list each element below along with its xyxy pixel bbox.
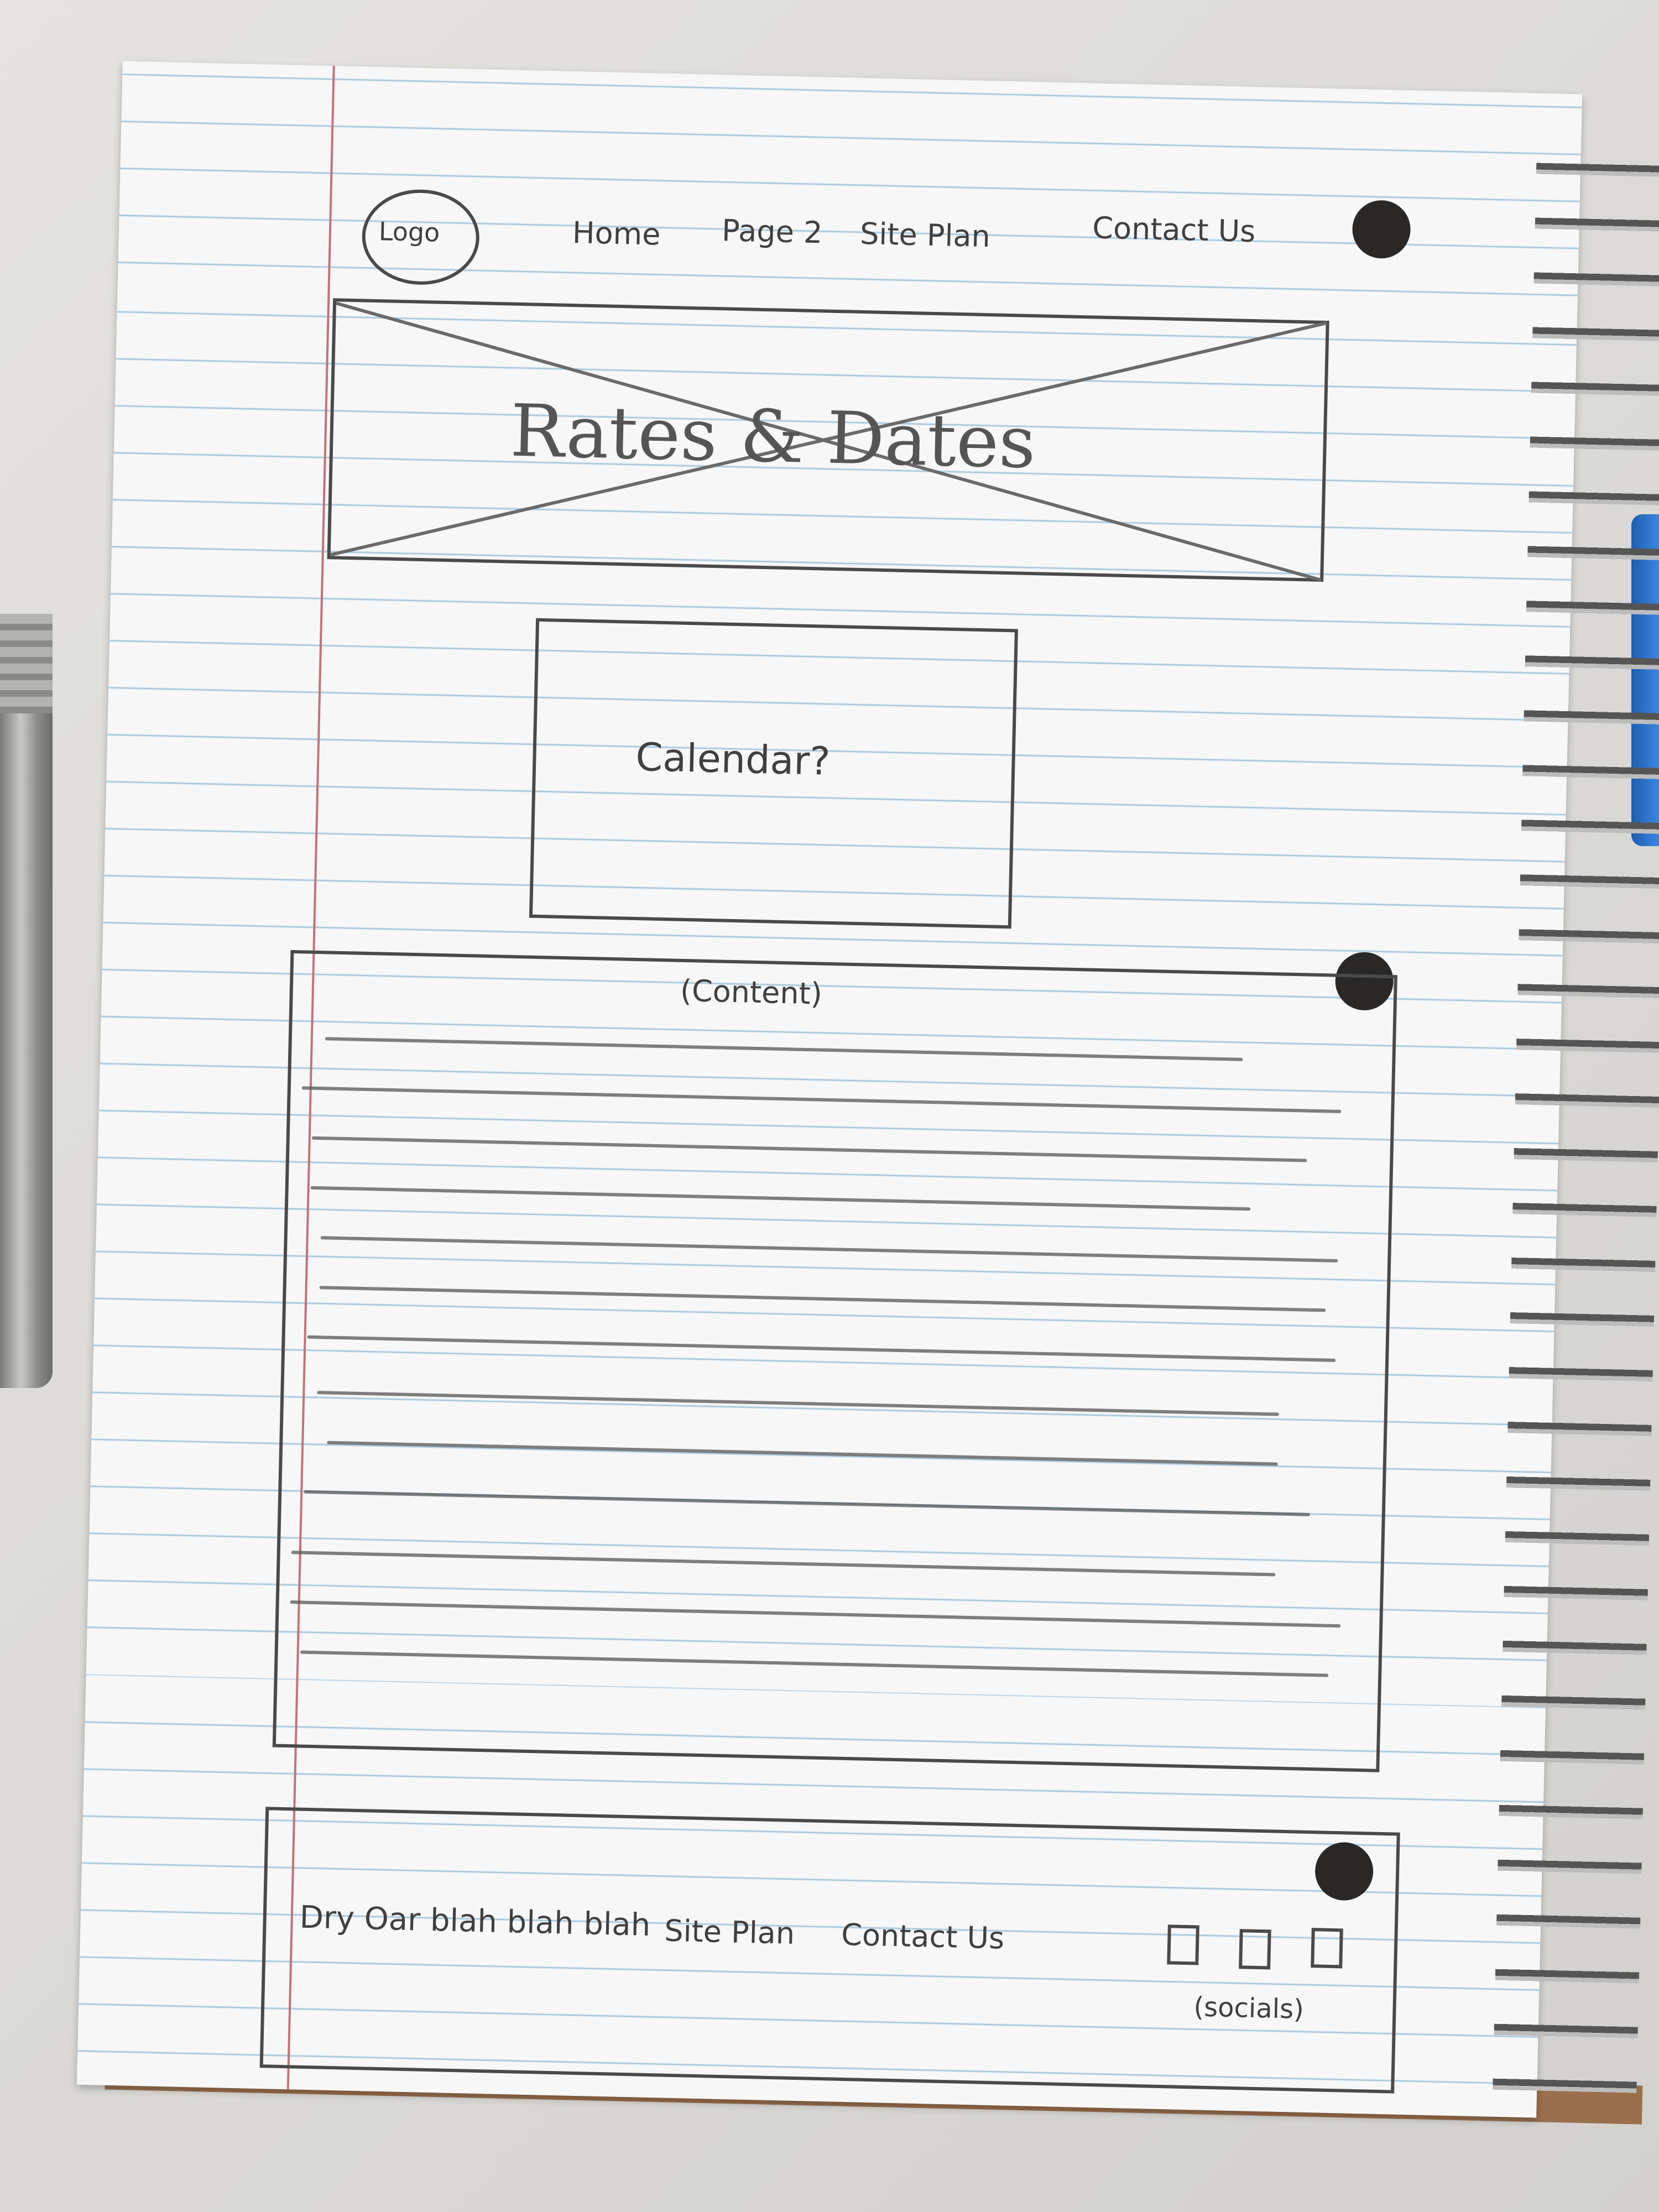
calendar-label: Calendar? (635, 734, 831, 784)
scribble-line (290, 1600, 1341, 1628)
scribble-line (301, 1086, 1342, 1114)
scribble-line (310, 1186, 1251, 1211)
scribble-line (291, 1551, 1276, 1577)
footer-link-contact-us[interactable]: Contact Us (841, 1917, 1005, 1956)
pen (0, 614, 53, 1388)
nav-site-plan[interactable]: Site Plan (859, 216, 990, 254)
punch-hole (1352, 200, 1411, 259)
nav-page-2[interactable]: Page 2 (721, 213, 823, 250)
scribble-line (300, 1650, 1329, 1677)
scribble-line (327, 1441, 1278, 1466)
pen-grip (0, 614, 53, 713)
hero-title: Rates & Dates (509, 388, 1037, 485)
scribble-line (325, 1037, 1243, 1061)
social-icon[interactable] (1311, 1928, 1343, 1969)
scribble-line (317, 1391, 1279, 1416)
calendar-placeholder: Calendar? (529, 618, 1018, 929)
scribble-line (304, 1490, 1310, 1516)
nav-contact-us[interactable]: Contact Us (1092, 210, 1256, 249)
content-area: (Content) (272, 950, 1397, 1772)
scribble-line (307, 1335, 1336, 1362)
spiral-binding (1492, 137, 1659, 2109)
content-label: (Content) (680, 973, 823, 1011)
scribble-line (320, 1236, 1338, 1262)
footer-tagline: Dry Oar blah blah blah (299, 1899, 651, 1944)
logo-label: Logo (378, 216, 440, 248)
socials-label: (socials) (1193, 1991, 1305, 2025)
notebook-page: Logo Home Page 2 Site Plan Contact Us Ra… (76, 61, 1659, 2118)
social-icon[interactable] (1239, 1929, 1271, 1970)
social-icon[interactable] (1167, 1924, 1199, 1965)
footer-link-site-plan[interactable]: Site Plan (664, 1913, 795, 1951)
scribble-line (311, 1136, 1307, 1162)
scribble-line (319, 1286, 1326, 1312)
hero-image-placeholder: Rates & Dates (327, 298, 1329, 582)
footer-area: Dry Oar blah blah blah Site Plan Contact… (259, 1807, 1400, 2094)
nav-home[interactable]: Home (572, 215, 661, 252)
